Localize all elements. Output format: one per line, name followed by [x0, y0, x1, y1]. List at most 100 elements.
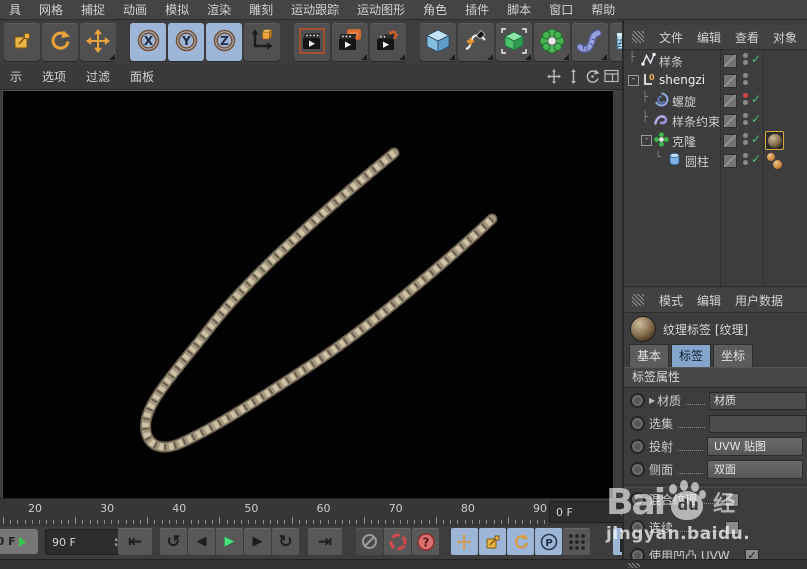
layer-swatch-icon[interactable] — [723, 54, 737, 68]
property-checkbox-连续[interactable] — [725, 520, 739, 535]
keyframe-options-button[interactable]: ? — [412, 528, 439, 555]
render-visibility-dot[interactable] — [743, 80, 748, 85]
lock-x-button[interactable]: X — [130, 23, 166, 61]
enabled-check-icon[interactable]: ✓ — [751, 92, 761, 106]
enabled-check-icon[interactable]: ✓ — [751, 112, 761, 126]
viewport-menu-item-2[interactable]: 过滤 — [76, 68, 120, 85]
generators-button[interactable] — [496, 23, 532, 61]
keyframe-radio-icon[interactable] — [630, 492, 645, 507]
menubar-item-2[interactable]: 捕捉 — [72, 1, 114, 18]
next-frame-button[interactable]: ▶ — [244, 528, 271, 555]
render-visibility-dot[interactable] — [743, 100, 748, 105]
end-frame-field[interactable]: 0 F ▴▾ — [549, 501, 631, 523]
rotate-tool[interactable] — [42, 23, 78, 61]
enabled-check-icon[interactable]: ✓ — [751, 52, 761, 66]
lock-y-button[interactable]: Y — [168, 23, 204, 61]
panel-grip-icon[interactable] — [628, 563, 640, 568]
menubar-item-1[interactable]: 网格 — [30, 1, 72, 18]
object-manager-menu-2[interactable]: 查看 — [728, 29, 766, 46]
key-rotation-toggle[interactable] — [507, 528, 534, 555]
viewport-rotate-icon[interactable] — [584, 68, 600, 85]
viewport-move-icon[interactable] — [546, 68, 562, 85]
editor-visibility-dot[interactable] — [743, 53, 748, 58]
editor-visibility-dot[interactable] — [743, 93, 748, 98]
autokeying-button[interactable] — [384, 528, 411, 555]
layer-swatch-icon[interactable] — [723, 94, 737, 108]
enabled-check-icon[interactable]: ✓ — [751, 152, 761, 166]
next-key-button[interactable]: ↻ — [272, 528, 299, 555]
render-view-button[interactable] — [294, 23, 330, 61]
keyframe-radio-icon[interactable] — [630, 416, 645, 431]
object-manager-menu-0[interactable]: 文件 — [652, 29, 690, 46]
viewport-pan-icon[interactable] — [565, 68, 581, 85]
timeline-ruler[interactable]: 20 30 40 50 60 70 80 90 — [0, 498, 622, 526]
current-frame-marker[interactable]: 90 F — [0, 529, 38, 554]
viewport-menu-item-3[interactable]: 面板 — [120, 68, 164, 85]
viewport-maximize-icon[interactable] — [603, 68, 619, 85]
tree-item-螺旋[interactable]: ├ 螺旋 ✓ — [624, 90, 807, 110]
menubar-item-4[interactable]: 模拟 — [156, 1, 198, 18]
property-dropdown-投射[interactable]: UVW 贴图 — [707, 437, 803, 456]
editor-visibility-dot[interactable] — [743, 153, 748, 158]
expander-icon[interactable]: - — [641, 135, 652, 146]
tab-标签[interactable]: 标签 — [671, 344, 712, 368]
layer-swatch-icon[interactable] — [723, 74, 737, 88]
menubar-item-6[interactable]: 雕刻 — [240, 1, 282, 18]
attribute-manager-menu-2[interactable]: 用户数据 — [728, 292, 790, 309]
current-frame-field[interactable]: 90 F ▴ ▾ — [45, 529, 125, 555]
tree-item-克隆[interactable]: - 克隆 ✓ — [624, 130, 807, 150]
menubar-item-8[interactable]: 运动图形 — [348, 1, 414, 18]
property-checkbox-混合纹理[interactable] — [725, 492, 739, 507]
go-to-start-button[interactable]: ⇤ — [118, 528, 152, 555]
property-field-选集[interactable] — [709, 414, 807, 433]
menubar-item-12[interactable]: 窗口 — [540, 1, 582, 18]
render-visibility-dot[interactable] — [743, 120, 748, 125]
render-visibility-dot[interactable] — [743, 160, 748, 165]
layer-swatch-icon[interactable] — [723, 134, 737, 148]
record-keyframe-button[interactable] — [356, 528, 383, 555]
scale-tool[interactable] — [4, 23, 40, 61]
keyframe-radio-icon[interactable] — [630, 548, 645, 559]
enabled-check-icon[interactable]: ✓ — [751, 132, 761, 146]
property-checkbox-使用凹凸 UVW[interactable]: ✓ — [745, 548, 759, 559]
menubar-item-9[interactable]: 角色 — [414, 1, 456, 18]
layer-swatch-icon[interactable] — [723, 114, 737, 128]
layer-swatch-icon[interactable] — [723, 154, 737, 168]
keyframe-radio-icon[interactable] — [630, 393, 645, 408]
tree-item-样条[interactable]: ├ 样条 ✓ — [624, 50, 807, 70]
tree-item-样条约束[interactable]: ├ 样条约束 ✓ — [624, 110, 807, 130]
property-field-材质[interactable]: 材质 — [709, 391, 807, 410]
menubar-item-5[interactable]: 渲染 — [198, 1, 240, 18]
attribute-manager-menu-1[interactable]: 编辑 — [690, 292, 728, 309]
key-position-toggle[interactable] — [451, 528, 478, 555]
object-manager-menu-1[interactable]: 编辑 — [690, 29, 728, 46]
menubar-item-10[interactable]: 插件 — [456, 1, 498, 18]
go-to-end-button[interactable]: ⇥ — [308, 528, 342, 555]
menubar-item-0[interactable]: 具 — [0, 1, 30, 18]
key-scale-toggle[interactable] — [479, 528, 506, 555]
previous-key-button[interactable]: ↺ — [160, 528, 187, 555]
panel-grip-icon[interactable] — [632, 31, 644, 43]
tree-item-圆柱[interactable]: └ 圆柱 ✓ — [624, 150, 807, 170]
render-picture-viewer-button[interactable] — [332, 23, 368, 61]
editor-visibility-dot[interactable] — [743, 73, 748, 78]
expand-arrow-icon[interactable]: ▶ — [649, 396, 655, 405]
tab-基本[interactable]: 基本 — [629, 344, 670, 368]
spline-pen-button[interactable] — [458, 23, 494, 61]
coordinate-system-button[interactable] — [244, 23, 280, 61]
move-tool[interactable] — [80, 23, 116, 61]
keyframe-radio-icon[interactable] — [630, 520, 645, 535]
tree-item-shengzi[interactable]: - 0 shengzi — [624, 70, 807, 90]
expander-icon[interactable]: - — [628, 75, 639, 86]
render-visibility-dot[interactable] — [743, 140, 748, 145]
menubar-item-11[interactable]: 脚本 — [498, 1, 540, 18]
key-parameter-toggle[interactable]: P — [535, 528, 562, 555]
keyframe-radio-icon[interactable] — [630, 439, 645, 454]
menubar-item-7[interactable]: 运动跟踪 — [282, 1, 348, 18]
texture-tag-icon[interactable] — [765, 131, 784, 150]
key-pla-toggle[interactable] — [563, 528, 590, 555]
viewport-menu-item-1[interactable]: 选项 — [32, 68, 76, 85]
editor-visibility-dot[interactable] — [743, 113, 748, 118]
play-button[interactable]: ▶ — [216, 528, 243, 555]
property-dropdown-侧面[interactable]: 双面 — [707, 460, 803, 479]
